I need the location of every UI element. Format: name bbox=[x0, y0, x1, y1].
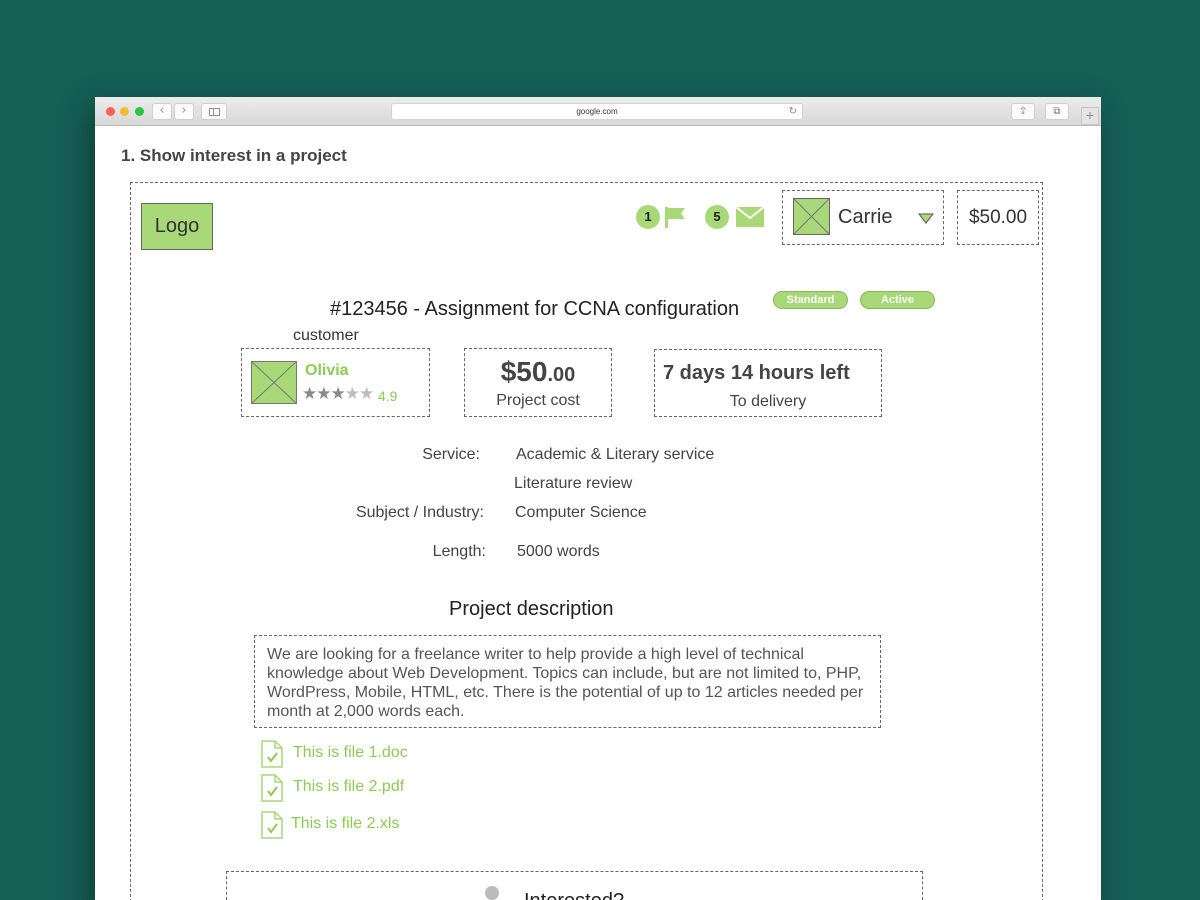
browser-window: ‹ › google.com ↻ ⇪ ⧉ + 1. Show interest … bbox=[95, 97, 1101, 900]
address-bar[interactable]: google.com ↻ bbox=[391, 103, 803, 120]
rating-stars: ★★★★★ bbox=[302, 384, 374, 404]
sidebar-toggle-button[interactable] bbox=[201, 103, 227, 120]
status-badge: Active bbox=[860, 291, 935, 309]
user-avatar bbox=[793, 198, 830, 235]
share-button[interactable]: ⇪ bbox=[1011, 103, 1035, 120]
length-value: 5000 words bbox=[517, 543, 600, 560]
file-icon bbox=[261, 774, 283, 802]
star-icon: ★ bbox=[330, 384, 346, 404]
file-icon bbox=[261, 811, 283, 839]
user-name: Carrie bbox=[838, 206, 893, 228]
avatar bbox=[251, 361, 297, 404]
file-link[interactable]: This is file 2.pdf bbox=[261, 774, 511, 804]
rating-value: 4.9 bbox=[378, 388, 398, 404]
star-icon: ★ bbox=[359, 384, 374, 404]
file-link[interactable]: This is file 2.xls bbox=[261, 811, 511, 841]
user-menu[interactable]: Carrie bbox=[782, 190, 944, 245]
service-label: Service: bbox=[422, 446, 480, 463]
url-text: google.com bbox=[576, 107, 618, 116]
minimize-window-button[interactable] bbox=[120, 107, 129, 116]
star-icon: ★ bbox=[344, 384, 360, 404]
mail-icon[interactable] bbox=[736, 207, 764, 227]
tab-overview-button[interactable]: ⧉ bbox=[1045, 103, 1069, 120]
close-window-button[interactable] bbox=[106, 107, 115, 116]
reload-icon[interactable]: ↻ bbox=[789, 104, 797, 119]
service-subtype-value: Literature review bbox=[514, 475, 633, 492]
standard-badge: Standard bbox=[773, 291, 848, 309]
file-name[interactable]: This is file 1.doc bbox=[293, 744, 408, 762]
forward-button[interactable]: › bbox=[174, 103, 194, 120]
project-cost-card: $50.00 Project cost bbox=[464, 348, 612, 417]
browser-titlebar: ‹ › google.com ↻ ⇪ ⧉ + bbox=[95, 97, 1101, 126]
new-tab-button[interactable]: + bbox=[1081, 107, 1099, 125]
deadline-value: 7 days 14 hours left bbox=[663, 362, 850, 384]
back-button[interactable]: ‹ bbox=[152, 103, 172, 120]
customer-name[interactable]: Olivia bbox=[305, 362, 349, 380]
file-name[interactable]: This is file 2.pdf bbox=[293, 778, 404, 796]
customer-label: customer bbox=[293, 327, 359, 344]
service-value: Academic & Literary service bbox=[516, 446, 715, 463]
file-icon bbox=[261, 740, 283, 768]
project-description: We are looking for a freelance writer to… bbox=[254, 635, 881, 728]
sidebar-icon bbox=[209, 108, 220, 116]
star-icon: ★ bbox=[302, 384, 317, 404]
project-title: #123456 - Assignment for CCNA configurat… bbox=[330, 298, 740, 320]
project-cost-amount: $50.00 bbox=[465, 356, 611, 388]
cost-cents: .00 bbox=[547, 364, 576, 386]
length-label: Length: bbox=[432, 543, 486, 560]
logo[interactable]: Logo bbox=[141, 203, 213, 250]
notifications-count-badge[interactable]: 1 bbox=[636, 205, 660, 229]
customer-card[interactable]: Olivia ★★★★★ 4.9 bbox=[241, 348, 430, 417]
maximize-window-button[interactable] bbox=[135, 107, 144, 116]
description-title: Project description bbox=[449, 598, 614, 620]
cost-dollars: $50 bbox=[500, 356, 548, 387]
star-icon: ★ bbox=[316, 384, 331, 404]
user-icon bbox=[485, 886, 499, 900]
deadline-label: To delivery bbox=[729, 393, 807, 410]
deadline-card: 7 days 14 hours left To delivery bbox=[654, 349, 882, 417]
chevron-down-icon[interactable] bbox=[918, 213, 934, 224]
balance[interactable]: $50.00 bbox=[957, 190, 1039, 245]
interest-prompt: Interested? bbox=[524, 890, 624, 900]
messages-count-badge[interactable]: 5 bbox=[705, 205, 729, 229]
subject-value: Computer Science bbox=[515, 504, 647, 521]
file-name[interactable]: This is file 2.xls bbox=[291, 815, 399, 833]
flag-icon[interactable] bbox=[664, 206, 686, 228]
project-cost-label: Project cost bbox=[496, 392, 580, 409]
subject-label: Subject / Industry: bbox=[355, 504, 484, 521]
file-link[interactable]: This is file 1.doc bbox=[261, 740, 511, 770]
page-heading: 1. Show interest in a project bbox=[121, 146, 347, 165]
